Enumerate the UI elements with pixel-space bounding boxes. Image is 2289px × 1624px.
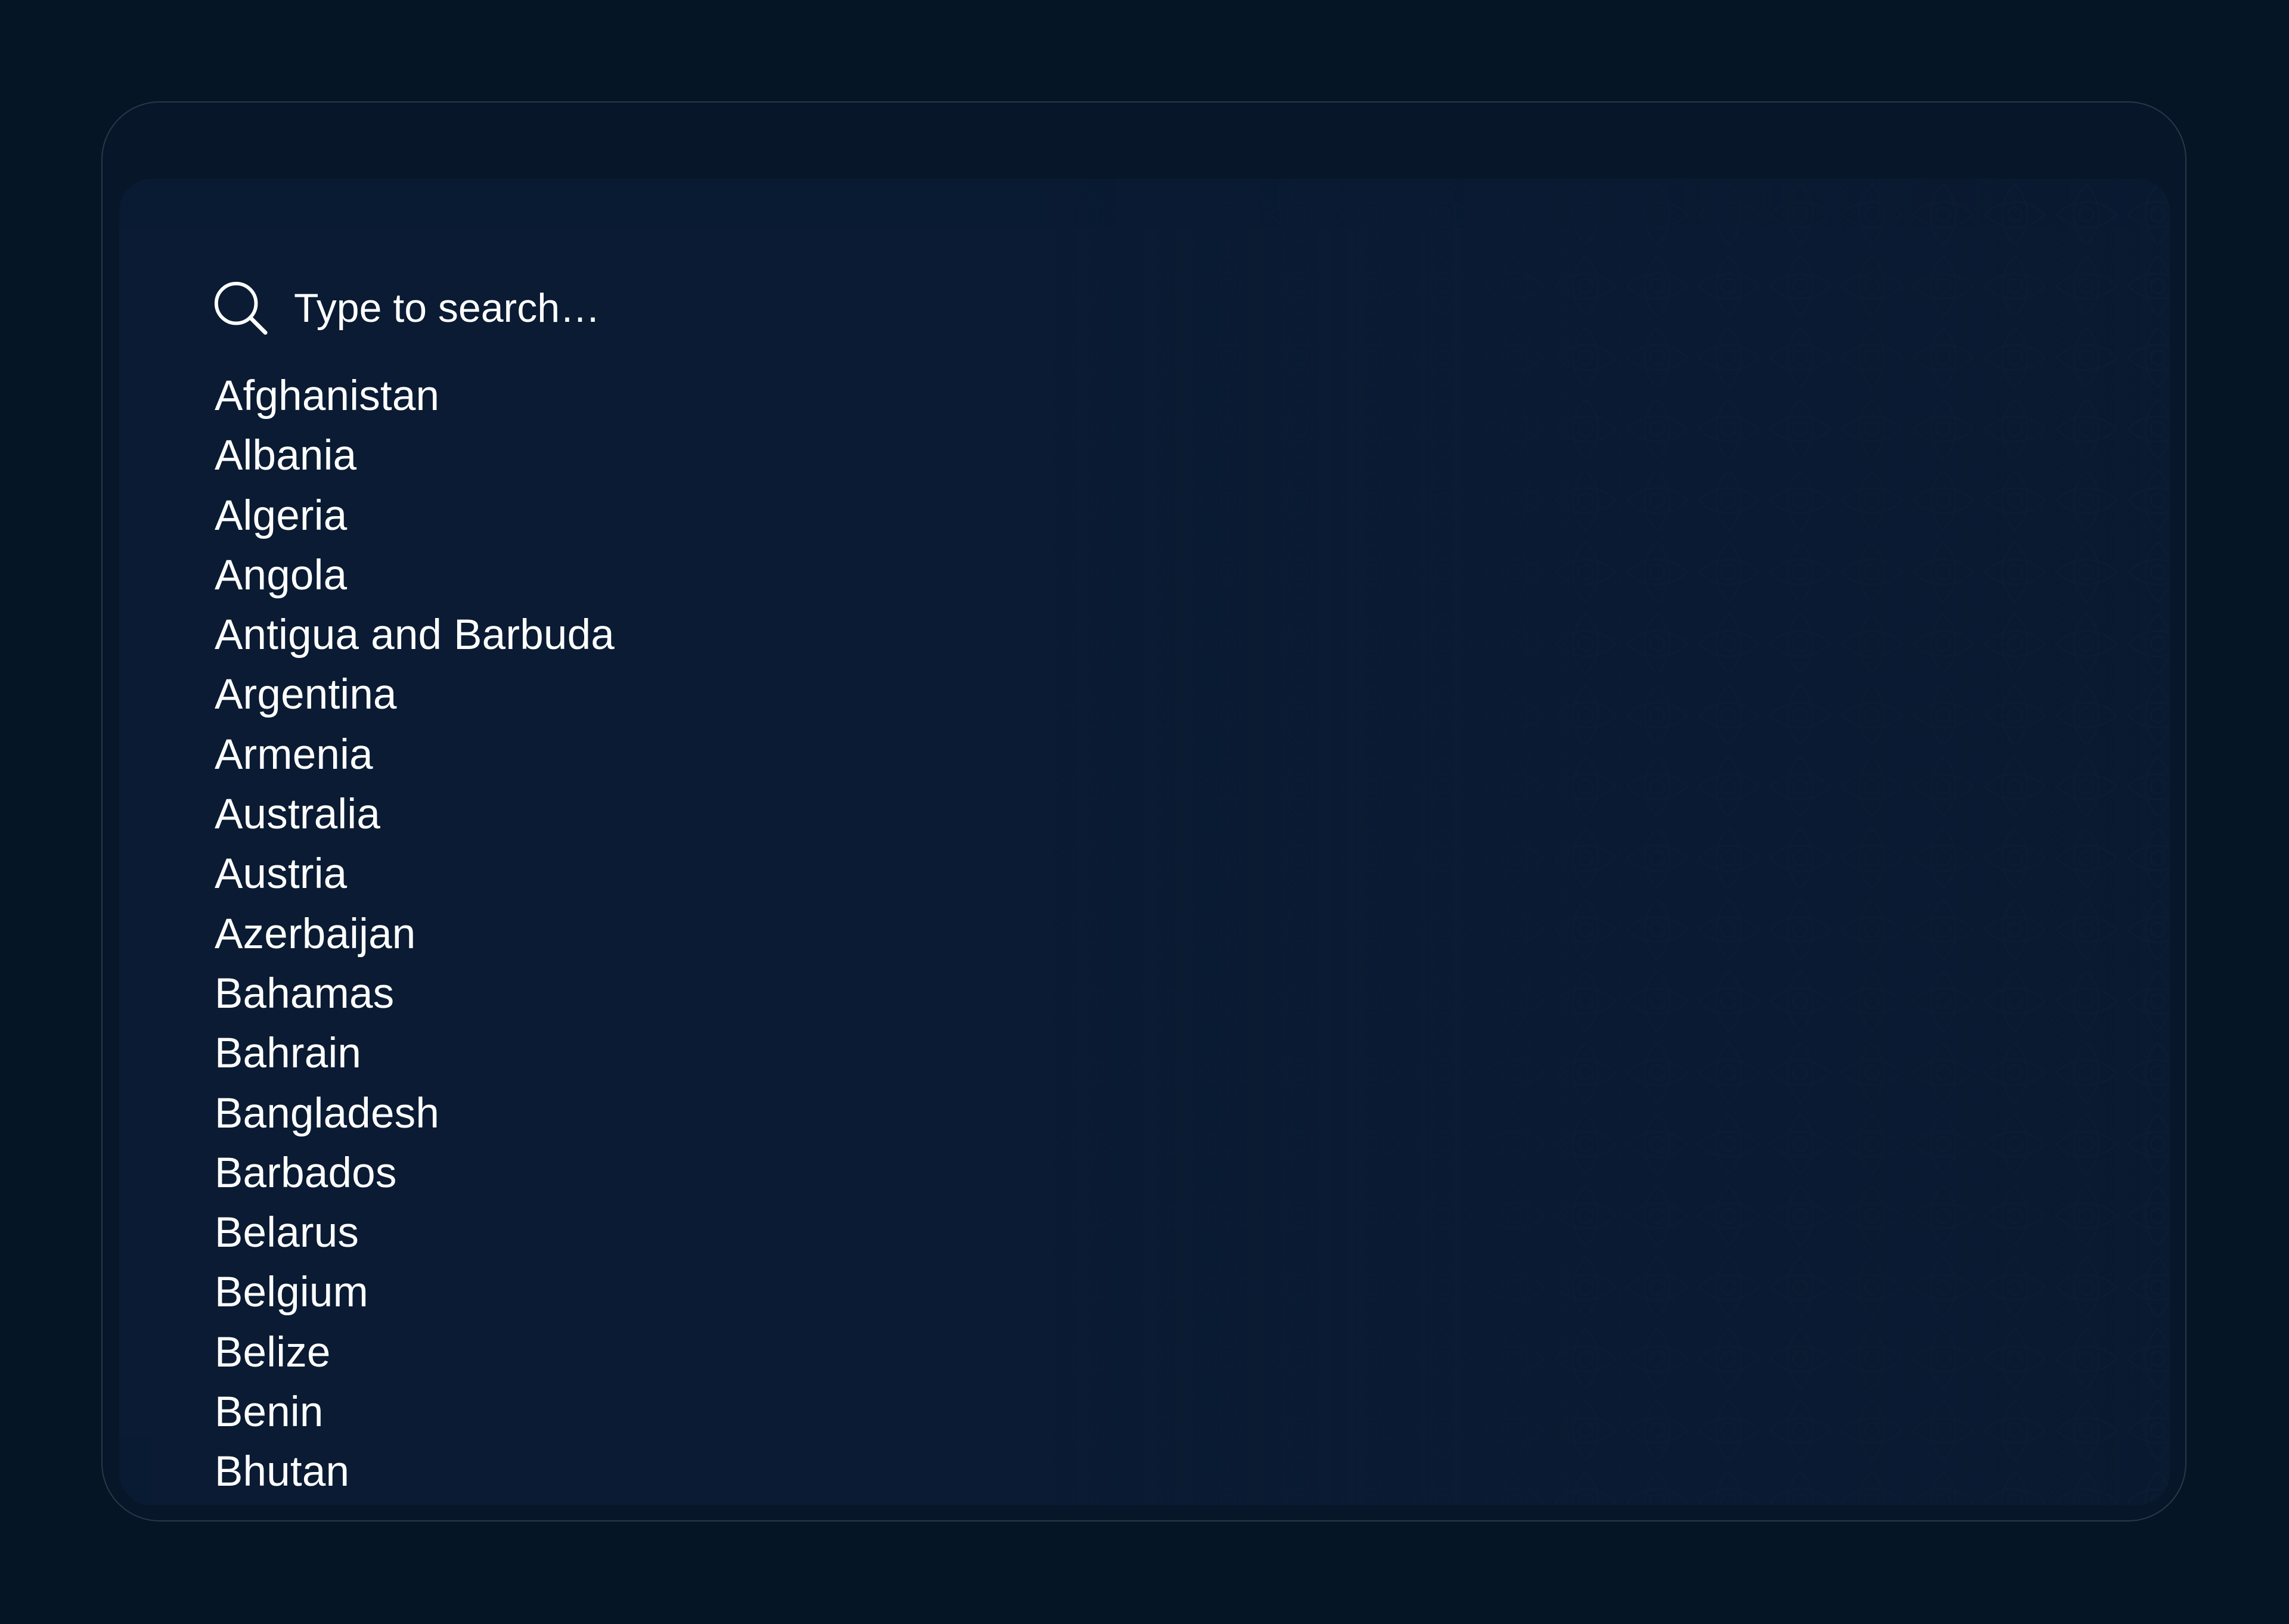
country-item[interactable]: Barbados	[215, 1144, 615, 1203]
country-item[interactable]: Bahrain	[215, 1024, 615, 1083]
country-item[interactable]: Belarus	[215, 1203, 615, 1263]
country-item[interactable]: Bhutan	[215, 1442, 615, 1502]
search-input[interactable]	[294, 278, 950, 338]
country-search-panel: Afghanistan Albania Algeria Angola Antig…	[119, 179, 2170, 1505]
country-item[interactable]: Albania	[215, 426, 615, 486]
country-item[interactable]: Antigua and Barbuda	[215, 605, 615, 665]
country-item[interactable]: Austria	[215, 844, 615, 904]
country-item[interactable]: Azerbaijan	[215, 905, 615, 964]
country-item[interactable]: Benin	[215, 1383, 615, 1442]
search-icon	[214, 281, 268, 335]
country-item[interactable]: Bangladesh	[215, 1084, 615, 1144]
country-item[interactable]: Afghanistan	[215, 367, 615, 426]
country-item[interactable]: Bahamas	[215, 964, 615, 1024]
country-item[interactable]: Australia	[215, 785, 615, 844]
country-item[interactable]: Belgium	[215, 1263, 615, 1322]
country-list: Afghanistan Albania Algeria Angola Antig…	[215, 367, 615, 1502]
country-item[interactable]: Argentina	[215, 665, 615, 725]
country-item[interactable]: Armenia	[215, 725, 615, 785]
country-item[interactable]: Belize	[215, 1323, 615, 1383]
country-item[interactable]: Algeria	[215, 486, 615, 546]
search-bar	[212, 275, 950, 341]
country-item[interactable]: Angola	[215, 546, 615, 605]
